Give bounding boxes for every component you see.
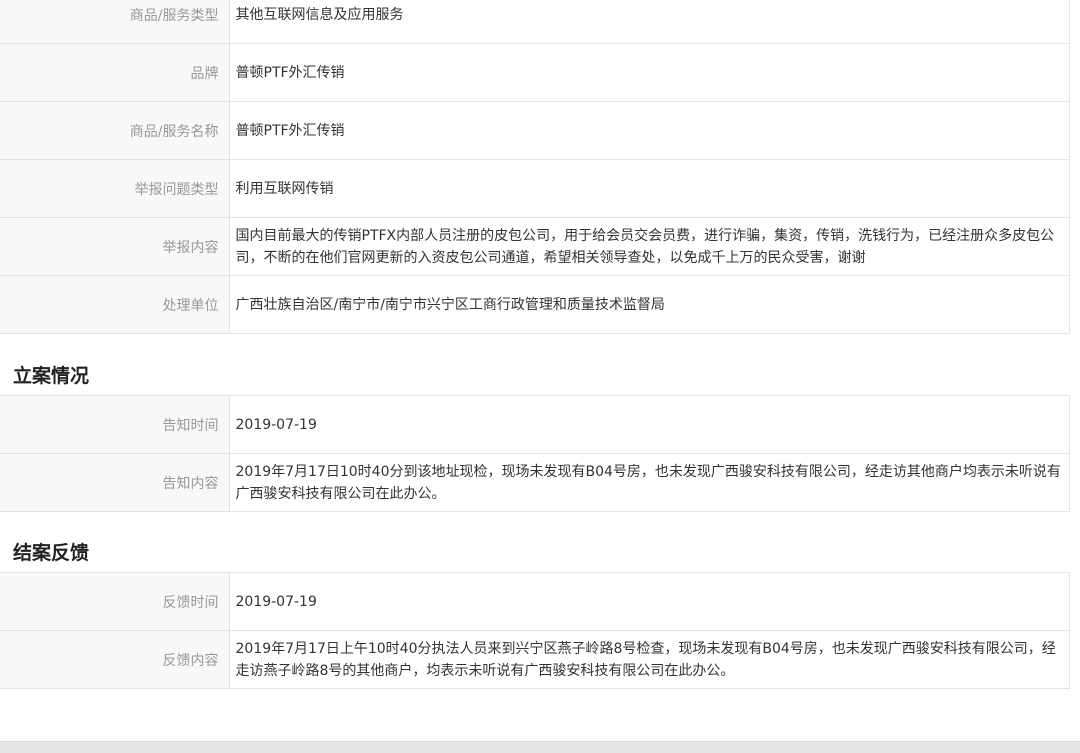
row-label: 举报内容 xyxy=(0,217,230,276)
section-title-case-filing: 立案情况 xyxy=(13,365,90,387)
info-row-product-name: 商品/服务名称 普顿PTF外汇传销 xyxy=(0,101,1070,160)
info-row-product-type: 商品/服务类型 其他互联网信息及应用服务 xyxy=(0,0,1070,44)
filing-row-notice-content: 告知内容 2019年7月17日10时40分到该地址现检，现场未发现有B04号房，… xyxy=(0,453,1070,512)
filing-row-notice-time: 告知时间 2019-07-19 xyxy=(0,395,1070,454)
row-label: 告知内容 xyxy=(0,453,230,512)
row-label: 举报问题类型 xyxy=(0,159,230,218)
row-value: 普顿PTF外汇传销 xyxy=(229,101,1070,160)
case-closing-table: 反馈时间 2019-07-19 反馈内容 2019年7月17日上午10时40分执… xyxy=(0,572,1070,689)
page-footer-bar xyxy=(0,741,1080,753)
closing-row-feedback-time: 反馈时间 2019-07-19 xyxy=(0,572,1070,631)
complaint-info-table: 商品/服务类型 其他互联网信息及应用服务 品牌 普顿PTF外汇传销 商品/服务名… xyxy=(0,0,1070,334)
section-title-case-closing: 结案反馈 xyxy=(13,542,90,564)
row-value: 2019-07-19 xyxy=(229,395,1070,454)
row-value: 2019年7月17日10时40分到该地址现检，现场未发现有B04号房，也未发现广… xyxy=(229,453,1070,512)
row-value: 广西壮族自治区/南宁市/南宁市兴宁区工商行政管理和质量技术监督局 xyxy=(229,275,1070,334)
row-label: 处理单位 xyxy=(0,275,230,334)
row-label: 商品/服务类型 xyxy=(0,0,230,44)
row-value: 2019年7月17日上午10时40分执法人员来到兴宁区燕子岭路8号检查，现场未发… xyxy=(229,630,1070,689)
row-label: 品牌 xyxy=(0,43,230,102)
case-filing-table: 告知时间 2019-07-19 告知内容 2019年7月17日10时40分到该地… xyxy=(0,395,1070,512)
info-row-issue-type: 举报问题类型 利用互联网传销 xyxy=(0,159,1070,218)
row-label: 反馈内容 xyxy=(0,630,230,689)
info-row-brand: 品牌 普顿PTF外汇传销 xyxy=(0,43,1070,102)
row-label: 商品/服务名称 xyxy=(0,101,230,160)
info-row-report-content: 举报内容 国内目前最大的传销PTFX内部人员注册的皮包公司，用于给会员交会员费，… xyxy=(0,217,1070,276)
row-label: 反馈时间 xyxy=(0,572,230,631)
row-value: 利用互联网传销 xyxy=(229,159,1070,218)
complaint-detail-page: 商品/服务类型 其他互联网信息及应用服务 品牌 普顿PTF外汇传销 商品/服务名… xyxy=(0,0,1080,753)
row-value: 国内目前最大的传销PTFX内部人员注册的皮包公司，用于给会员交会员费，进行诈骗，… xyxy=(229,217,1070,276)
row-label: 告知时间 xyxy=(0,395,230,454)
row-value: 2019-07-19 xyxy=(229,572,1070,631)
row-value: 普顿PTF外汇传销 xyxy=(229,43,1070,102)
closing-row-feedback-content: 反馈内容 2019年7月17日上午10时40分执法人员来到兴宁区燕子岭路8号检查… xyxy=(0,630,1070,689)
row-value: 其他互联网信息及应用服务 xyxy=(229,0,1070,44)
info-row-handling-unit: 处理单位 广西壮族自治区/南宁市/南宁市兴宁区工商行政管理和质量技术监督局 xyxy=(0,275,1070,334)
